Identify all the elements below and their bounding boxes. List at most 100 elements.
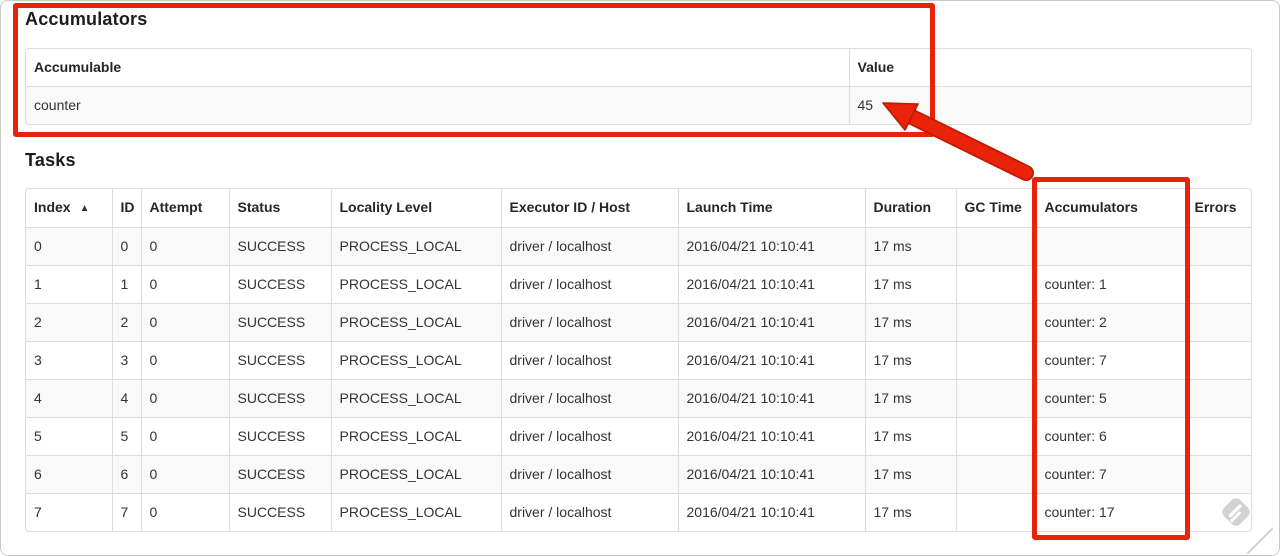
locality-level-cell: PROCESS_LOCAL: [330, 455, 501, 494]
index-cell: 1: [26, 265, 112, 304]
duration-cell: 17 ms: [864, 227, 956, 266]
id-column-header[interactable]: ID: [111, 189, 141, 228]
executor-id-host-column-header[interactable]: Executor ID / Host: [500, 189, 678, 228]
launch-time-cell: 2016/04/21 10:10:41: [677, 493, 865, 531]
errors-cell: [1185, 303, 1251, 342]
gc-time-column-header[interactable]: GC Time: [955, 189, 1036, 228]
locality-level-cell: PROCESS_LOCAL: [330, 493, 501, 531]
index-column-header[interactable]: Index ▲: [26, 189, 112, 228]
status-cell: SUCCESS: [228, 227, 331, 266]
attempt-cell: 0: [140, 341, 229, 380]
value-column-header: Value: [848, 49, 1251, 87]
locality-level-column-header[interactable]: Locality Level: [330, 189, 501, 228]
errors-cell: [1185, 265, 1251, 304]
locality-level-cell: PROCESS_LOCAL: [330, 417, 501, 456]
accumulators-cell: counter: 5: [1035, 379, 1186, 418]
launch-time-column-header[interactable]: Launch Time: [677, 189, 865, 228]
gc-time-cell: [955, 227, 1036, 266]
accumulators-cell: counter: 6: [1035, 417, 1186, 456]
gc-time-cell: [955, 379, 1036, 418]
status-cell: SUCCESS: [228, 379, 331, 418]
accumulator-row: counter 45: [26, 86, 1251, 124]
attempt-cell: 0: [140, 379, 229, 418]
status-cell: SUCCESS: [228, 493, 331, 531]
gc-time-cell: [955, 265, 1036, 304]
locality-level-cell: PROCESS_LOCAL: [330, 227, 501, 266]
executor-id-host-cell: driver / localhost: [500, 265, 678, 304]
task-row: 3 3 0 SUCCESS PROCESS_LOCAL driver / loc…: [26, 341, 1251, 380]
task-row: 6 6 0 SUCCESS PROCESS_LOCAL driver / loc…: [26, 455, 1251, 494]
id-cell: 4: [111, 379, 141, 418]
duration-cell: 17 ms: [864, 417, 956, 456]
index-cell: 3: [26, 341, 112, 380]
duration-cell: 17 ms: [864, 379, 956, 418]
gc-time-cell: [955, 493, 1036, 531]
accumulators-cell: counter: 2: [1035, 303, 1186, 342]
locality-level-cell: PROCESS_LOCAL: [330, 265, 501, 304]
errors-cell: [1185, 227, 1251, 266]
attempt-cell: 0: [140, 417, 229, 456]
attempt-cell: 0: [140, 303, 229, 342]
accumulators-heading: Accumulators: [25, 9, 148, 29]
attempt-cell: 0: [140, 265, 229, 304]
id-cell: 1: [111, 265, 141, 304]
locality-level-cell: PROCESS_LOCAL: [330, 303, 501, 342]
accumulators-header-row: Accumulable Value: [26, 49, 1251, 87]
page-corner-shadow: [1246, 527, 1274, 555]
launch-time-cell: 2016/04/21 10:10:41: [677, 227, 865, 266]
accumulators-column-header[interactable]: Accumulators: [1035, 189, 1186, 228]
status-column-header[interactable]: Status: [228, 189, 331, 228]
task-row: 0 0 0 SUCCESS PROCESS_LOCAL driver / loc…: [26, 227, 1251, 266]
accumulators-cell: counter: 17: [1035, 493, 1186, 531]
index-cell: 5: [26, 417, 112, 456]
executor-id-host-cell: driver / localhost: [500, 303, 678, 342]
index-cell: 2: [26, 303, 112, 342]
index-cell: 6: [26, 455, 112, 494]
duration-column-header[interactable]: Duration: [864, 189, 956, 228]
status-cell: SUCCESS: [228, 265, 331, 304]
attempt-cell: 0: [140, 227, 229, 266]
duration-cell: 17 ms: [864, 493, 956, 531]
status-cell: SUCCESS: [228, 417, 331, 456]
accumulators-cell: counter: 7: [1035, 455, 1186, 494]
errors-cell: [1185, 417, 1251, 456]
executor-id-host-cell: driver / localhost: [500, 379, 678, 418]
duration-cell: 17 ms: [864, 341, 956, 380]
duration-cell: 17 ms: [864, 303, 956, 342]
errors-cell: [1185, 493, 1251, 531]
gc-time-cell: [955, 303, 1036, 342]
id-cell: 7: [111, 493, 141, 531]
executor-id-host-cell: driver / localhost: [500, 417, 678, 456]
executor-id-host-cell: driver / localhost: [500, 455, 678, 494]
executor-id-host-cell: driver / localhost: [500, 493, 678, 531]
status-cell: SUCCESS: [228, 303, 331, 342]
launch-time-cell: 2016/04/21 10:10:41: [677, 455, 865, 494]
task-row: 5 5 0 SUCCESS PROCESS_LOCAL driver / loc…: [26, 417, 1251, 456]
launch-time-cell: 2016/04/21 10:10:41: [677, 341, 865, 380]
locality-level-cell: PROCESS_LOCAL: [330, 379, 501, 418]
sort-ascending-icon: ▲: [79, 203, 90, 214]
tasks-table: Index ▲ ID Attempt Status Locality Level …: [25, 188, 1252, 532]
tasks-heading: Tasks: [25, 150, 76, 170]
errors-cell: [1185, 379, 1251, 418]
id-cell: 5: [111, 417, 141, 456]
accumulator-value-cell: 45: [848, 86, 1251, 124]
accumulators-cell: counter: 1: [1035, 265, 1186, 304]
attempt-column-header[interactable]: Attempt: [140, 189, 229, 228]
attempt-cell: 0: [140, 493, 229, 531]
executor-id-host-cell: driver / localhost: [500, 227, 678, 266]
tasks-header-row: Index ▲ ID Attempt Status Locality Level …: [26, 189, 1251, 228]
index-cell: 0: [26, 227, 112, 266]
accumulators-table: Accumulable Value counter 45: [25, 48, 1252, 125]
duration-cell: 17 ms: [864, 265, 956, 304]
launch-time-cell: 2016/04/21 10:10:41: [677, 265, 865, 304]
accumulators-cell: [1035, 227, 1186, 266]
errors-column-header[interactable]: Errors: [1185, 189, 1251, 228]
gc-time-cell: [955, 341, 1036, 380]
id-cell: 0: [111, 227, 141, 266]
status-cell: SUCCESS: [228, 455, 331, 494]
attempt-cell: 0: [140, 455, 229, 494]
index-cell: 4: [26, 379, 112, 418]
id-cell: 3: [111, 341, 141, 380]
status-cell: SUCCESS: [228, 341, 331, 380]
